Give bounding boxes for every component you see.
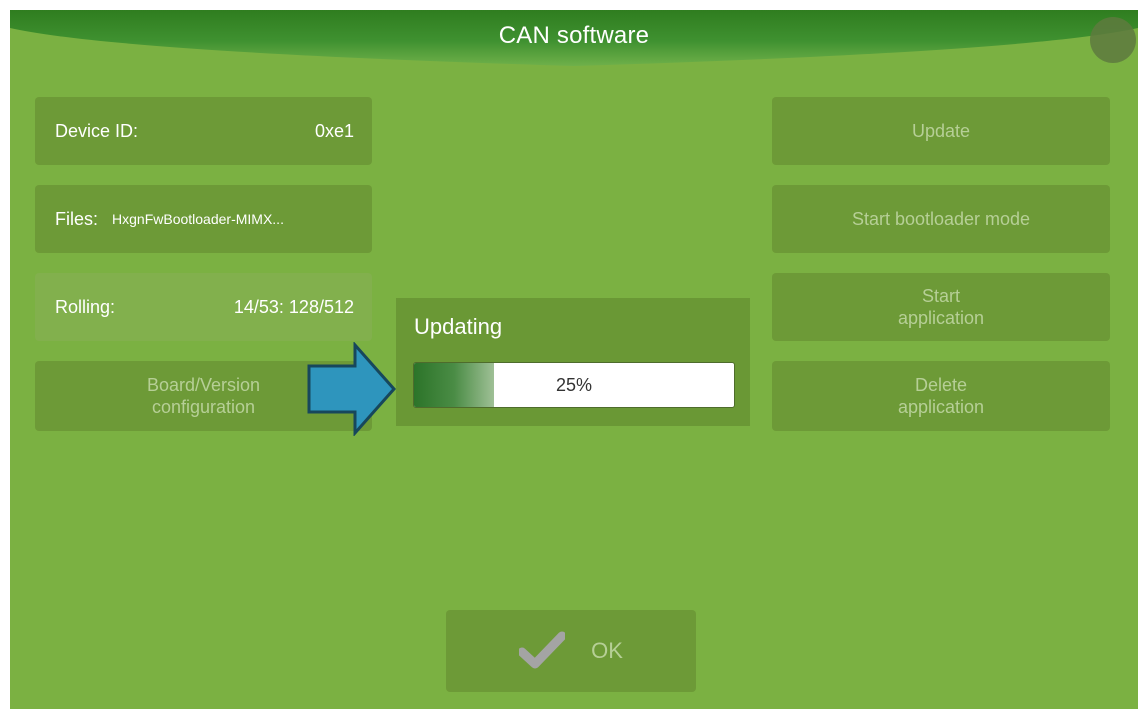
rolling-field: Rolling: 14/53: 128/512 <box>35 273 372 341</box>
device-id-field: Device ID: 0xe1 <box>35 97 372 165</box>
start-bootloader-label: Start bootloader mode <box>851 209 1031 229</box>
files-field[interactable]: Files: HxgnFwBootloader-MIMX... <box>35 185 372 253</box>
updating-dialog: Updating 25% <box>396 298 750 426</box>
menu-circle-button[interactable] <box>1090 17 1136 63</box>
rolling-value: 14/53: 128/512 <box>233 296 354 317</box>
device-id-label: Device ID: <box>55 120 139 141</box>
delete-application-button[interactable]: Delete application <box>772 361 1110 431</box>
update-button[interactable]: Update <box>772 97 1110 165</box>
start-bootloader-button[interactable]: Start bootloader mode <box>772 185 1110 253</box>
files-label: Files: <box>55 208 99 229</box>
checkmark-icon <box>519 631 566 669</box>
rolling-label: Rolling: <box>55 296 116 317</box>
page-title: CAN software <box>498 22 650 49</box>
progress-bar: 25% <box>413 362 735 408</box>
title-bar: CAN software <box>10 10 1138 68</box>
dialog-title: Updating <box>414 314 503 339</box>
delete-application-label: Delete application <box>897 375 985 417</box>
board-version-config-label: Board/Version configuration <box>146 375 261 417</box>
arrow-right-icon <box>307 342 397 436</box>
update-label: Update <box>911 121 971 141</box>
app-screen: CAN software Device ID: 0xe1 Files: Hxgn… <box>10 10 1138 709</box>
progress-percent: 25% <box>555 374 593 395</box>
device-id-value: 0xe1 <box>314 120 354 141</box>
start-application-button[interactable]: Start application <box>772 273 1110 341</box>
start-application-label: Start application <box>897 286 985 328</box>
ok-button[interactable]: OK <box>446 610 696 692</box>
ok-label: OK <box>591 638 623 663</box>
files-value: HxgnFwBootloader-MIMX... <box>112 211 284 227</box>
